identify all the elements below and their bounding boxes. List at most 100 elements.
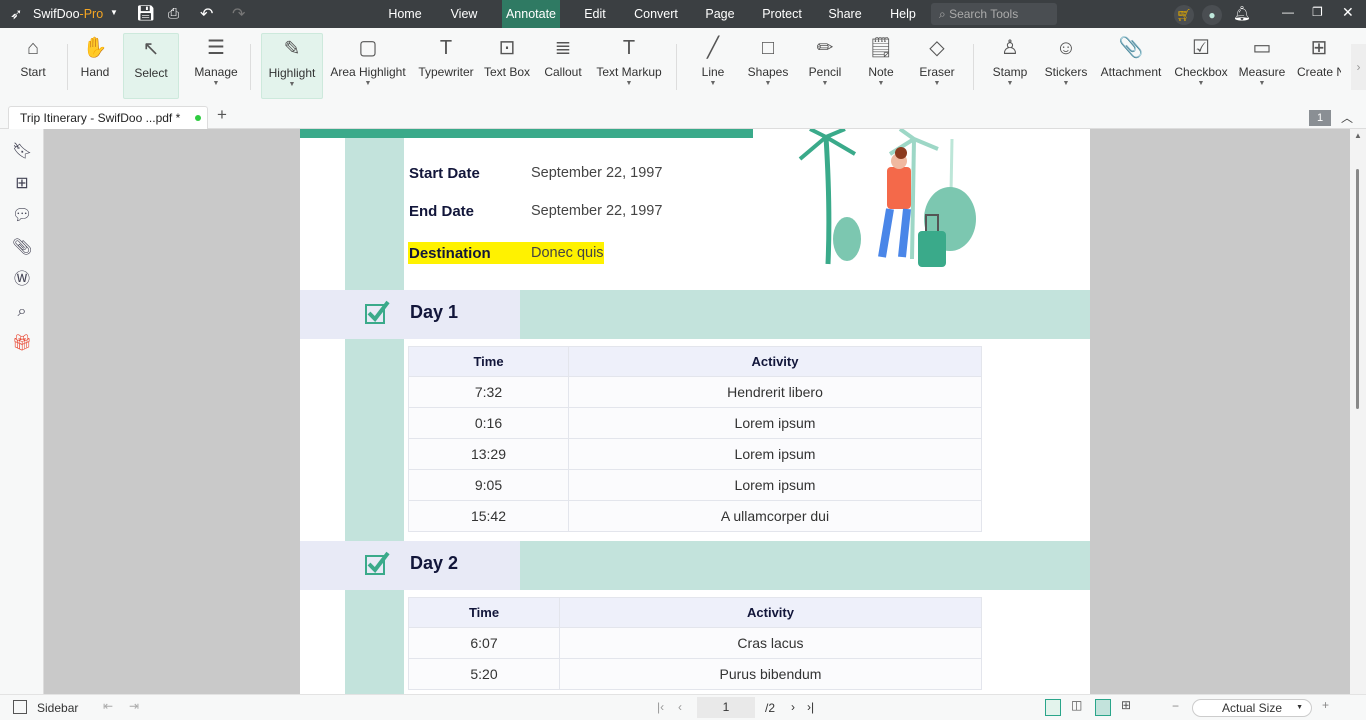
- scroll-up-icon[interactable]: ▲: [1354, 131, 1362, 140]
- dropdown-arrow-icon[interactable]: ▼: [861, 80, 901, 87]
- redo-icon[interactable]: ↷: [232, 4, 245, 24]
- last-page-icon[interactable]: ›|: [807, 700, 814, 714]
- undo-icon[interactable]: ↶: [200, 4, 213, 24]
- tool-pencil[interactable]: ✏ Pencil ▼: [803, 33, 847, 99]
- dropdown-arrow-icon[interactable]: ▼: [1172, 80, 1230, 87]
- menu-protect[interactable]: Protect: [752, 0, 812, 28]
- toolbar-separator: [67, 44, 68, 90]
- tool-measure[interactable]: ▭ Measure ▼: [1235, 33, 1289, 99]
- tool-eraser[interactable]: ◇ Eraser ▼: [915, 33, 959, 99]
- new-tab-button[interactable]: +: [217, 105, 227, 125]
- tool-stamp[interactable]: ♙ Stamp ▼: [988, 33, 1032, 99]
- tool-checkbox[interactable]: ☑ Checkbox ▼: [1172, 33, 1230, 99]
- column-header: Time: [408, 597, 560, 628]
- print-icon[interactable]: ⎙: [168, 5, 179, 22]
- time-cell: 0:16: [408, 407, 569, 439]
- user-avatar-icon[interactable]: ●: [1202, 5, 1222, 25]
- dropdown-arrow-icon[interactable]: ▼: [188, 80, 244, 87]
- create-new-icon: ⊞: [1310, 37, 1328, 59]
- prev-page-icon[interactable]: ‹: [678, 700, 682, 714]
- collapse-ribbon-icon[interactable]: ︿: [1341, 109, 1353, 126]
- tool-start[interactable]: ⌂ Start: [11, 33, 55, 99]
- menu-share[interactable]: Share: [822, 0, 868, 28]
- tool-hand[interactable]: ✋ Hand: [70, 33, 120, 99]
- bookmark-icon[interactable]: 🔖︎: [12, 142, 32, 162]
- cart-icon[interactable]: 🛒︎: [1174, 5, 1194, 25]
- minimize-icon[interactable]: —: [1282, 5, 1294, 19]
- column-header: Time: [408, 346, 569, 377]
- thumbnails-icon[interactable]: ⊞: [12, 174, 32, 194]
- tool-create-n[interactable]: ⊞ Create N: [1297, 33, 1341, 99]
- forward-icon[interactable]: ⇥: [129, 699, 139, 713]
- continuous-view-icon[interactable]: [1095, 699, 1111, 716]
- comments-icon[interactable]: 💬︎: [12, 206, 32, 226]
- dropdown-arrow-icon[interactable]: ▼: [594, 80, 664, 87]
- tool-highlight[interactable]: ✎ Highlight ▼: [261, 33, 323, 99]
- tool-shapes[interactable]: □ Shapes ▼: [746, 33, 790, 99]
- tool-typewriter[interactable]: T Typewriter: [416, 33, 476, 99]
- destination-label: Destination: [409, 245, 491, 262]
- gift-icon[interactable]: 🎁︎: [12, 334, 32, 354]
- page-number-input[interactable]: 1: [697, 697, 755, 718]
- next-page-icon[interactable]: ›: [791, 700, 795, 714]
- dropdown-arrow-icon[interactable]: ▼: [262, 81, 322, 88]
- dropdown-arrow-icon[interactable]: ▼: [803, 80, 847, 87]
- tool-attachment[interactable]: 📎 Attachment: [1097, 33, 1165, 99]
- two-page-view-icon[interactable]: ◫: [1071, 698, 1082, 712]
- search-tools-input[interactable]: ⌕ Search Tools: [931, 3, 1057, 25]
- menu-page[interactable]: Page: [696, 0, 744, 28]
- tool-text-box[interactable]: ⊡ Text Box: [482, 33, 532, 99]
- word-icon[interactable]: Ⓦ: [12, 270, 32, 290]
- tool-manage[interactable]: ☰ Manage ▼: [188, 33, 244, 99]
- hand-icon: ✋: [82, 37, 108, 59]
- vertical-scrollbar[interactable]: ▲: [1350, 129, 1366, 694]
- tool-line[interactable]: ╱ Line ▼: [693, 33, 733, 99]
- back-icon[interactable]: ⇤: [103, 699, 113, 713]
- time-cell: 5:20: [408, 658, 560, 690]
- close-icon[interactable]: ✕: [1342, 4, 1354, 21]
- dropdown-arrow-icon[interactable]: ▼: [693, 80, 733, 87]
- dropdown-arrow-icon[interactable]: ▼: [988, 80, 1032, 87]
- menu-annotate[interactable]: Annotate: [502, 0, 560, 28]
- zoom-out-button[interactable]: −: [1172, 699, 1179, 713]
- dropdown-arrow-icon[interactable]: ▼: [328, 80, 408, 87]
- tool-callout[interactable]: ≣ Callout: [540, 33, 586, 99]
- tool-label: Attachment: [1100, 65, 1162, 79]
- callout-icon: ≣: [554, 37, 572, 59]
- zoom-select[interactable]: Actual Size ▼: [1192, 699, 1312, 717]
- zoom-in-button[interactable]: +: [1322, 698, 1329, 712]
- attachments-icon[interactable]: 📎︎: [12, 238, 32, 258]
- document-tab[interactable]: Trip Itinerary - SwifDoo ...pdf *: [8, 106, 208, 129]
- toolbar-scroll-right-icon[interactable]: ›: [1351, 44, 1366, 90]
- sidebar-toggle-label[interactable]: Sidebar: [37, 701, 78, 715]
- menu-home[interactable]: Home: [376, 0, 434, 28]
- tool-text-markup[interactable]: T Text Markup ▼: [594, 33, 664, 99]
- menu-help[interactable]: Help: [883, 0, 923, 28]
- menu-edit[interactable]: Edit: [576, 0, 614, 28]
- tool-area-highlight[interactable]: ▢ Area Highlight ▼: [328, 33, 408, 99]
- table-row: 15:42 A ullamcorper dui: [408, 500, 982, 532]
- dropdown-arrow-icon[interactable]: ▼: [1041, 80, 1091, 87]
- dropdown-arrow-icon[interactable]: ▼: [1235, 80, 1289, 87]
- search-icon[interactable]: ⌕: [12, 302, 32, 322]
- dropdown-arrow-icon[interactable]: ▼: [915, 80, 959, 87]
- tool-select[interactable]: ↖ Select: [123, 33, 179, 99]
- grid-view-icon[interactable]: ⊞: [1121, 698, 1131, 712]
- first-page-icon[interactable]: |‹: [657, 700, 664, 714]
- sidebar-toggle-icon[interactable]: [13, 700, 27, 714]
- single-page-view-icon[interactable]: [1045, 699, 1061, 716]
- scrollbar-thumb[interactable]: [1356, 169, 1359, 409]
- save-icon[interactable]: 💾︎: [136, 4, 155, 22]
- menu-convert[interactable]: Convert: [627, 0, 685, 28]
- toolbar-separator: [676, 44, 677, 90]
- day-header-right: [520, 290, 1090, 339]
- tool-stickers[interactable]: ☺ Stickers ▼: [1041, 33, 1091, 99]
- tool-note[interactable]: 🗒 Note ▼: [861, 33, 901, 99]
- document-tab-bar: Trip Itinerary - SwifDoo ...pdf * + 1 ︿: [0, 102, 1366, 129]
- table-row: 7:32 Hendrerit libero: [408, 376, 982, 408]
- bell-icon[interactable]: 🔔︎: [1233, 5, 1251, 22]
- menu-view[interactable]: View: [443, 0, 485, 28]
- maximize-icon[interactable]: ❐: [1312, 5, 1323, 19]
- app-menu-dropdown-icon[interactable]: ▼: [110, 8, 118, 17]
- dropdown-arrow-icon[interactable]: ▼: [746, 80, 790, 87]
